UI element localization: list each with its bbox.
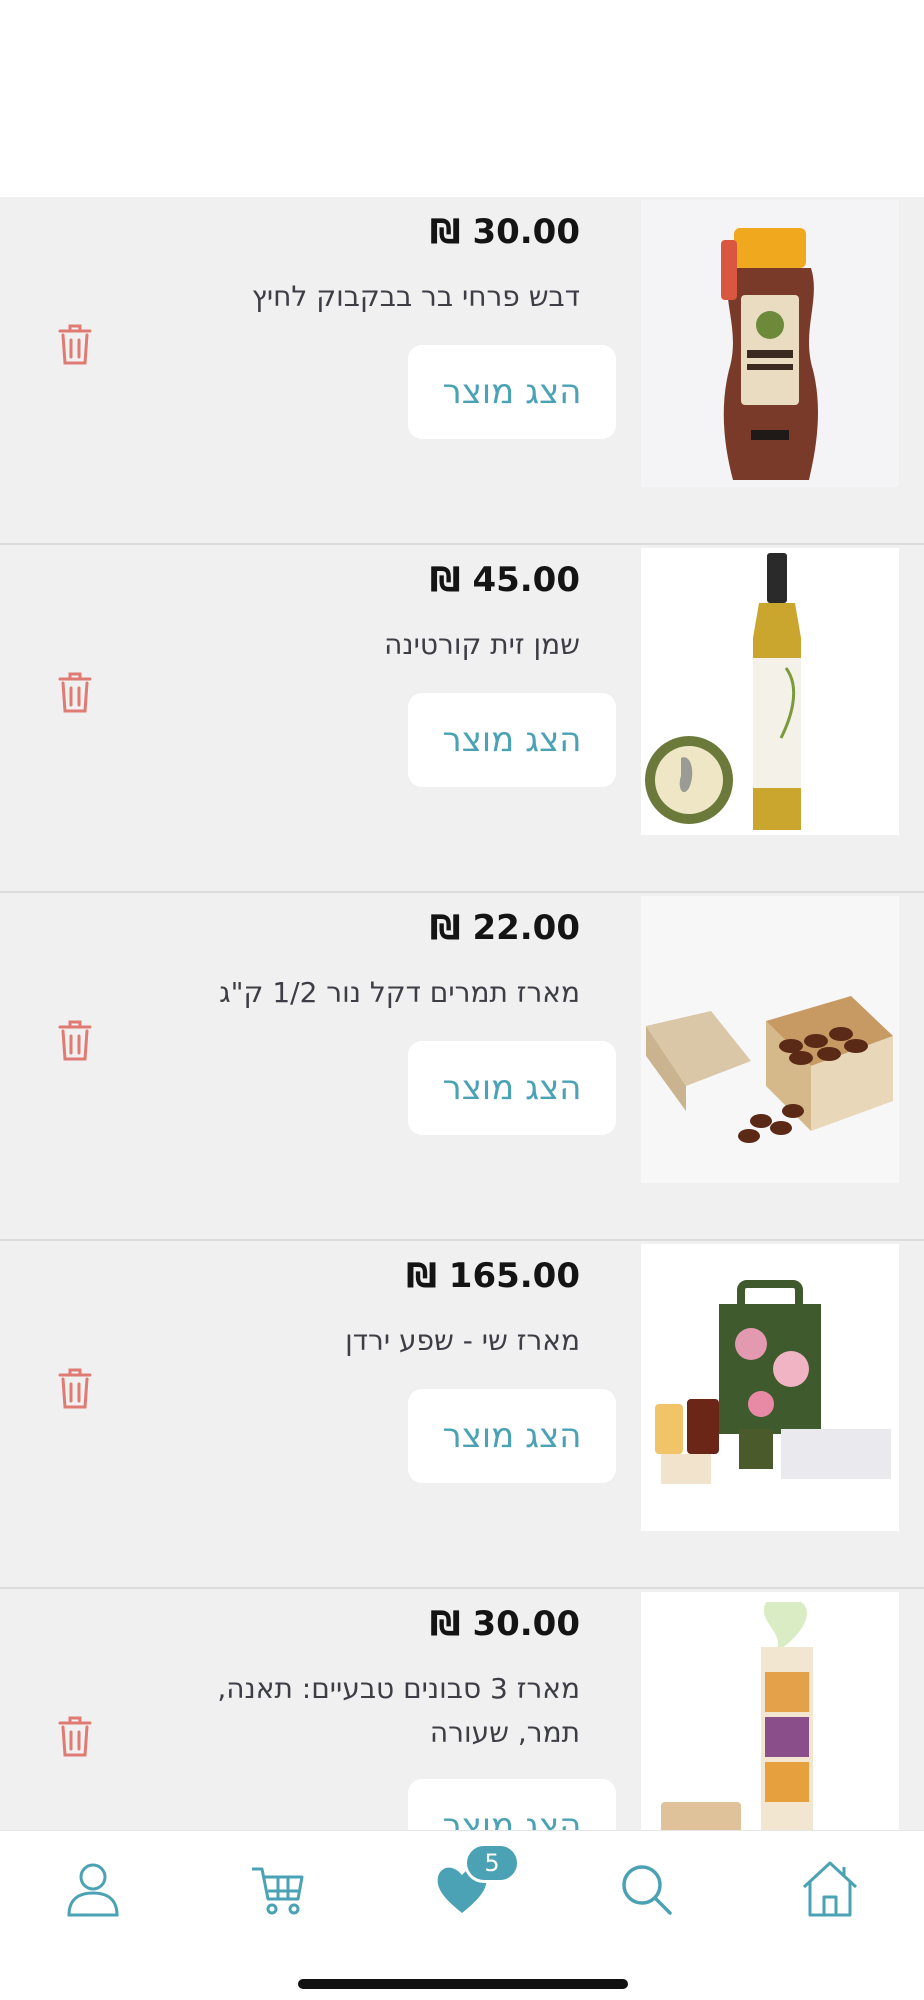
show-product-button[interactable]: הצג מוצר (408, 693, 616, 787)
trash-icon[interactable] (58, 1019, 92, 1061)
search-icon[interactable] (616, 1859, 676, 1919)
product-name: דבש פרחי בר בבקבוק לחיץ (251, 280, 580, 313)
top-blank-area (0, 0, 924, 197)
list-item: ₪ 22.00 מארז תמרים דקל נור 1/2 ק"ג הצג מ… (0, 893, 924, 1241)
trash-icon[interactable] (58, 1715, 92, 1757)
trash-icon[interactable] (58, 323, 92, 365)
product-image-gift-box[interactable] (641, 1244, 899, 1531)
product-image-soaps[interactable] (641, 1592, 899, 1830)
product-image-honey[interactable] (641, 200, 899, 487)
product-name: מארז 3 סבונים טבעיים: תאנה, תמר, שעורה (217, 1672, 580, 1749)
wishlist-count-badge: 5 (464, 1843, 520, 1883)
product-name: מארז שי - שפע ירדן (345, 1324, 580, 1357)
list-item: ₪ 30.00 מארז 3 סבונים טבעיים: תאנה, תמר,… (0, 1589, 924, 1830)
wishlist[interactable]: ₪ 30.00 דבש פרחי בר בבקבוק לחיץ הצג מוצר… (0, 197, 924, 1830)
trash-icon[interactable] (58, 1367, 92, 1409)
product-image-dates[interactable] (641, 896, 899, 1183)
product-price: ₪ 30.00 (429, 1604, 580, 1644)
show-product-button[interactable]: הצג מוצר (408, 345, 616, 439)
list-item: ₪ 30.00 דבש פרחי בר בבקבוק לחיץ הצג מוצר (0, 197, 924, 545)
show-product-button[interactable]: הצג מוצר (408, 1389, 616, 1483)
product-price: ₪ 165.00 (406, 1256, 580, 1296)
show-product-button[interactable]: הצג מוצר (408, 1779, 616, 1830)
product-image-olive-oil[interactable] (641, 548, 899, 835)
show-product-button[interactable]: הצג מוצר (408, 1041, 616, 1135)
list-item: ₪ 165.00 מארז שי - שפע ירדן הצג מוצר (0, 1241, 924, 1589)
bottom-tab-bar: 5 (0, 1830, 924, 2000)
product-name: שמן זית קורטינה (384, 628, 580, 661)
trash-icon[interactable] (58, 671, 92, 713)
product-price: ₪ 45.00 (429, 560, 580, 600)
list-item: ₪ 45.00 שמן זית קורטינה הצג מוצר (0, 545, 924, 893)
product-name: מארז תמרים דקל נור 1/2 ק"ג (219, 976, 580, 1009)
home-icon[interactable] (800, 1859, 860, 1919)
cart-icon[interactable] (248, 1859, 308, 1919)
product-price: ₪ 22.00 (429, 908, 580, 948)
user-icon[interactable] (63, 1859, 123, 1919)
product-price: ₪ 30.00 (429, 212, 580, 252)
home-indicator (298, 1979, 628, 1989)
